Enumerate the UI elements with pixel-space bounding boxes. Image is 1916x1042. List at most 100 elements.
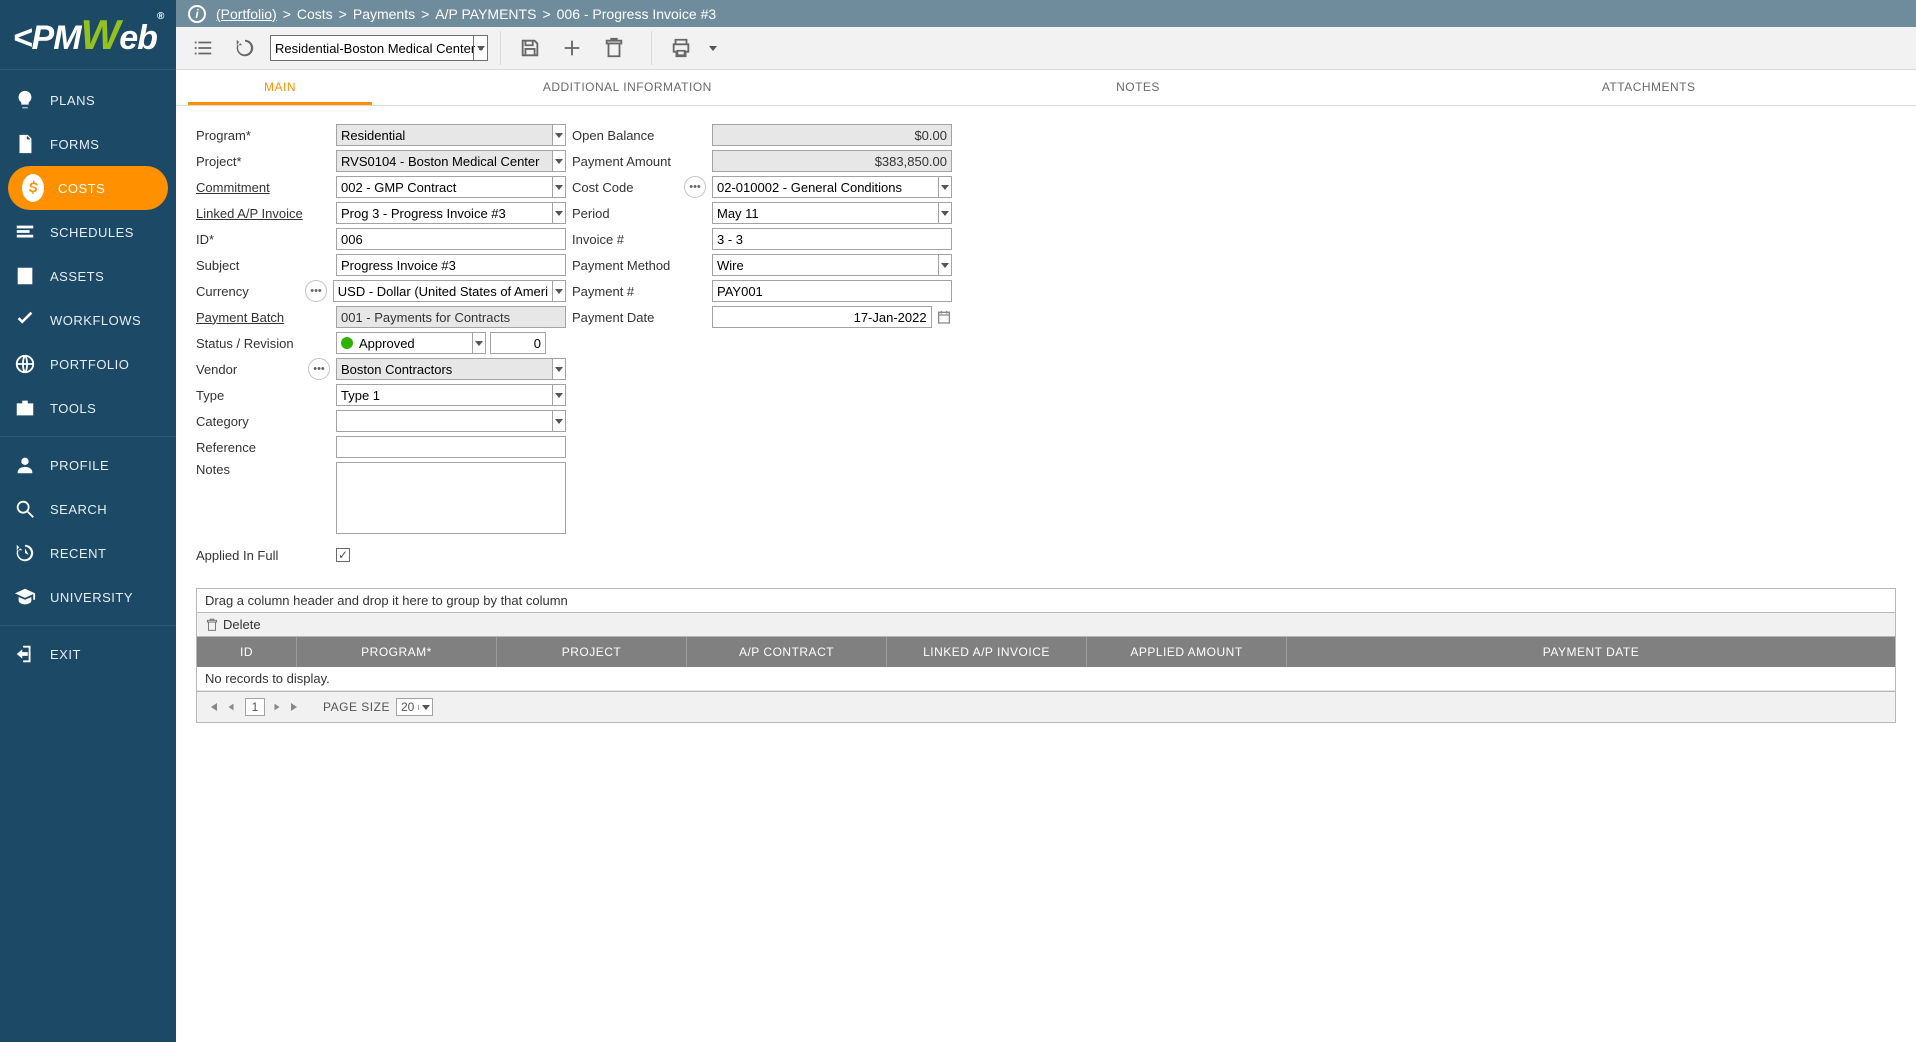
tab-main[interactable]: MAIN — [188, 70, 372, 105]
sidebar-item-profile[interactable]: PROFILE — [0, 443, 176, 487]
last-page-button[interactable] — [287, 699, 303, 715]
notes-textarea[interactable] — [336, 462, 566, 534]
chevron-down-icon[interactable] — [552, 202, 566, 224]
sidebar-item-search[interactable]: SEARCH — [0, 487, 176, 531]
sidebar-item-recent[interactable]: RECENT — [0, 531, 176, 575]
sidebar-item-workflows[interactable]: WORKFLOWS — [0, 298, 176, 342]
currency-select[interactable]: USD - Dollar (United States of Ameri — [333, 280, 566, 302]
dollar-icon — [22, 177, 44, 199]
subject-label: Subject — [196, 258, 336, 273]
id-input[interactable] — [336, 228, 566, 250]
type-select[interactable]: Type 1 — [336, 384, 566, 406]
linked-ap-label[interactable]: Linked A/P Invoice — [196, 206, 336, 221]
payment-date-input[interactable] — [712, 306, 932, 328]
sidebar-item-costs[interactable]: COSTS — [8, 166, 168, 210]
grid-header: ID PROGRAM* PROJECT A/P CONTRACT LINKED … — [197, 637, 1895, 667]
sidebar-item-exit[interactable]: EXIT — [0, 632, 176, 676]
vendor-select[interactable]: Boston Contractors — [336, 358, 566, 380]
chevron-down-icon[interactable] — [552, 124, 566, 146]
period-select[interactable]: May 11 — [712, 202, 952, 224]
tab-notes[interactable]: NOTES — [883, 70, 1394, 105]
sidebar-item-portfolio[interactable]: PORTFOLIO — [0, 342, 176, 386]
chevron-down-icon[interactable] — [938, 254, 952, 276]
payment-method-select[interactable]: Wire — [712, 254, 952, 276]
add-button[interactable] — [555, 31, 589, 65]
sidebar-item-label: PORTFOLIO — [50, 357, 129, 372]
chevron-down-icon[interactable] — [938, 202, 952, 224]
breadcrumb-part[interactable]: Costs — [297, 6, 333, 22]
grid-toolbar: Delete — [197, 613, 1895, 637]
tab-attachments[interactable]: ATTACHMENTS — [1393, 70, 1904, 105]
breadcrumb-part[interactable]: Payments — [353, 6, 415, 22]
grid-col-program[interactable]: PROGRAM* — [297, 637, 497, 667]
grid-col-ap-contract[interactable]: A/P CONTRACT — [687, 637, 887, 667]
sidebar-item-forms[interactable]: FORMS — [0, 122, 176, 166]
print-button[interactable] — [664, 31, 698, 65]
sidebar-item-university[interactable]: UNIVERSITY — [0, 575, 176, 619]
logo: <PMWeb® — [0, 0, 176, 70]
currency-more-button[interactable]: ••• — [305, 280, 326, 302]
first-page-button[interactable] — [205, 699, 221, 715]
form: Program* Residential Project* RVS0104 - … — [176, 106, 1916, 578]
history-button[interactable] — [228, 31, 262, 65]
delete-button[interactable] — [597, 31, 631, 65]
page-size-select[interactable]: 20 — [396, 698, 433, 716]
cost-code-more-button[interactable]: ••• — [684, 176, 706, 198]
sidebar-item-schedules[interactable]: SCHEDULES — [0, 210, 176, 254]
commitment-select[interactable]: 002 - GMP Contract — [336, 176, 566, 198]
invoice-num-input[interactable] — [712, 228, 952, 250]
next-page-button[interactable] — [269, 699, 285, 715]
tab-additional[interactable]: ADDITIONAL INFORMATION — [372, 70, 883, 105]
grid-group-hint[interactable]: Drag a column header and drop it here to… — [197, 589, 1895, 613]
payment-batch-label[interactable]: Payment Batch — [196, 310, 336, 325]
chevron-down-icon[interactable] — [552, 280, 566, 302]
chevron-down-icon[interactable] — [552, 176, 566, 198]
sidebar-item-label: COSTS — [58, 181, 105, 196]
applied-checkbox[interactable]: ✓ — [336, 548, 350, 562]
payment-num-input[interactable] — [712, 280, 952, 302]
prev-page-button[interactable] — [223, 699, 239, 715]
chevron-down-icon[interactable] — [938, 176, 952, 198]
calendar-icon[interactable] — [936, 308, 952, 326]
category-select[interactable] — [336, 410, 566, 432]
grid-delete-button[interactable]: Delete — [205, 617, 261, 632]
program-select[interactable]: Residential — [336, 124, 566, 146]
cost-code-select[interactable]: 02-010002 - General Conditions — [712, 176, 952, 198]
reference-input[interactable] — [336, 436, 566, 458]
print-dropdown[interactable] — [706, 31, 720, 65]
breadcrumb-part[interactable]: A/P PAYMENTS — [435, 6, 536, 22]
page-size-label: PAGE SIZE — [323, 700, 390, 714]
project-select[interactable]: RVS0104 - Boston Medical Center — [336, 150, 566, 172]
chevron-down-icon[interactable] — [472, 332, 486, 354]
chevron-down-icon[interactable] — [418, 705, 432, 710]
sidebar-item-tools[interactable]: TOOLS — [0, 386, 176, 430]
sidebar-item-label: PROFILE — [50, 458, 109, 473]
grid-col-applied-amount[interactable]: APPLIED AMOUNT — [1087, 637, 1287, 667]
chevron-down-icon[interactable] — [473, 36, 487, 60]
sidebar-item-plans[interactable]: PLANS — [0, 78, 176, 122]
commitment-label[interactable]: Commitment — [196, 180, 336, 195]
type-label: Type — [196, 388, 336, 403]
project-selector[interactable]: Residential-Boston Medical Center - — [270, 35, 488, 61]
grid-col-linked-ap[interactable]: LINKED A/P INVOICE — [887, 637, 1087, 667]
grid-col-project[interactable]: PROJECT — [497, 637, 687, 667]
sidebar-item-assets[interactable]: ASSETS — [0, 254, 176, 298]
save-button[interactable] — [513, 31, 547, 65]
list-menu-button[interactable] — [186, 31, 220, 65]
vendor-more-button[interactable]: ••• — [308, 358, 330, 380]
linked-ap-select[interactable]: Prog 3 - Progress Invoice #3 — [336, 202, 566, 224]
subject-input[interactable] — [336, 254, 566, 276]
chevron-down-icon[interactable] — [552, 358, 566, 380]
grid-col-payment-date[interactable]: PAYMENT DATE — [1287, 637, 1895, 667]
chevron-down-icon[interactable] — [552, 384, 566, 406]
info-icon[interactable]: i — [188, 5, 206, 23]
grid-col-id[interactable]: ID — [197, 637, 297, 667]
current-page-input[interactable]: 1 — [245, 698, 265, 716]
revision-input[interactable] — [490, 332, 546, 354]
payment-date-label: Payment Date — [572, 310, 712, 325]
chevron-down-icon[interactable] — [552, 150, 566, 172]
chevron-down-icon[interactable] — [552, 410, 566, 432]
status-select[interactable]: Approved — [336, 332, 486, 354]
sidebar-item-label: WORKFLOWS — [50, 313, 141, 328]
breadcrumb-portfolio[interactable]: (Portfolio) — [216, 6, 277, 22]
